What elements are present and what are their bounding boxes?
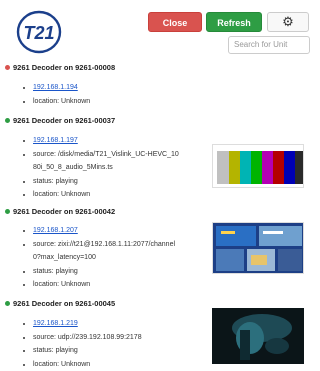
search-placeholder: Search for Unit (234, 40, 287, 49)
list-item: location: Unknown (33, 188, 213, 202)
status-dot-offline (5, 65, 10, 70)
svg-text:T21: T21 (23, 23, 54, 43)
t21-logo: T21 (16, 10, 62, 54)
close-button[interactable]: Close (148, 12, 202, 32)
list-item: source: zixi://t21@192.168.1.11:2077/cha… (33, 238, 213, 265)
unit-title: 9261 Decoder on 9261-00037 (5, 116, 115, 125)
color-bars-image (213, 145, 304, 188)
unit-details: 192.168.1.197 source: /disk/media/T21_Vi… (24, 134, 213, 202)
list-item: location: Unknown (33, 358, 213, 371)
unit-ip-link[interactable]: 192.168.1.219 (33, 320, 78, 327)
list-item: status: playing (33, 175, 213, 189)
list-item: source: udp://239.192.108.99:2178 (33, 331, 213, 345)
unit-title: 9261 Decoder on 9261-00042 (5, 207, 115, 216)
refresh-button[interactable]: Refresh (206, 12, 262, 32)
list-item: 192.168.1.219 (33, 317, 213, 331)
unit-title: 9261 Decoder on 9261-00045 (5, 299, 115, 308)
video-thumbnail (212, 308, 304, 364)
list-item: status: playing (33, 265, 213, 279)
unit-ip-link[interactable]: 192.168.1.207 (33, 227, 78, 234)
unit-search-input[interactable]: Search for Unit (228, 36, 310, 54)
video-thumbnail (212, 144, 304, 188)
status-dot-online (5, 118, 10, 123)
unit-title: 9261 Decoder on 9261-00008 (5, 63, 115, 72)
unit-details: 192.168.1.194 location: Unknown (24, 81, 183, 108)
list-item: status: playing (33, 344, 213, 358)
list-item: location: Unknown (33, 278, 213, 292)
settings-button[interactable]: ⚙ (267, 12, 309, 32)
status-dot-online (5, 209, 10, 214)
unit-ip-link[interactable]: 192.168.1.197 (33, 137, 78, 144)
header: T21 Close Refresh ⚙ Search for Unit (0, 0, 317, 58)
list-item: source: /disk/media/T21_Vislink_UC-HEVC_… (33, 148, 213, 175)
gear-icon: ⚙ (282, 14, 294, 29)
list-item: 192.168.1.207 (33, 224, 213, 238)
video-thumbnail (212, 222, 304, 274)
list-item: location: Unknown (33, 95, 183, 109)
list-item: 192.168.1.194 (33, 81, 183, 95)
unit-details: 192.168.1.207 source: zixi://t21@192.168… (24, 224, 213, 292)
dark-scene-image (212, 308, 304, 364)
unit-details: 192.168.1.219 source: udp://239.192.108.… (24, 317, 213, 371)
list-item: 192.168.1.197 (33, 134, 213, 148)
unit-ip-link[interactable]: 192.168.1.194 (33, 84, 78, 91)
monitoring-screen-image (213, 223, 304, 274)
status-dot-online (5, 301, 10, 306)
